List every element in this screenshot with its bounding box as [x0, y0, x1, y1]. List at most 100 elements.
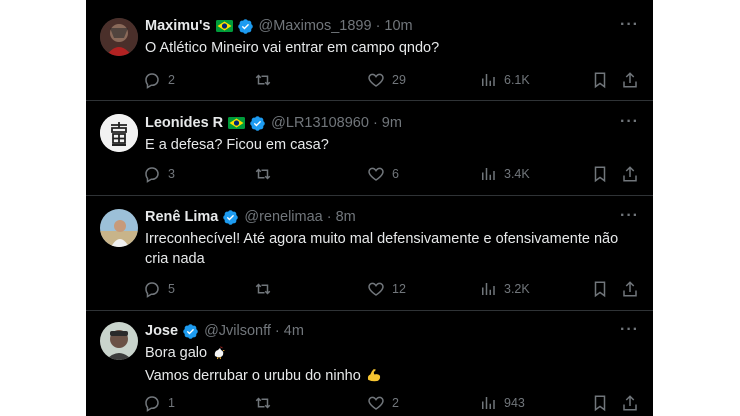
repost-button[interactable] — [254, 163, 279, 185]
repost-icon — [255, 397, 271, 409]
tweet-text: E a defesa? Ficou em casa? — [145, 135, 640, 155]
share-button[interactable] — [621, 163, 639, 185]
bookmark-icon — [594, 166, 606, 183]
reply-icon — [145, 396, 159, 412]
tweet-text-line: cria nada — [145, 251, 205, 267]
tweet-header: Leonides R @LR13108960 · 9m — [145, 113, 402, 133]
display-name[interactable]: Renê Lima — [145, 209, 218, 225]
reply-count: 5 — [168, 282, 175, 296]
like-count: 29 — [392, 73, 406, 87]
separator-dot: · — [372, 115, 378, 131]
reply-button[interactable]: 1 — [143, 392, 175, 414]
like-button[interactable]: 6 — [367, 163, 399, 185]
more-icon[interactable]: ··· — [620, 207, 639, 225]
views-count: 3.4K — [504, 167, 530, 181]
reply-button[interactable]: 5 — [143, 278, 175, 300]
verified-badge-icon — [249, 115, 266, 132]
display-name[interactable]: Maximu's — [145, 18, 211, 34]
tweet-text-line: Vamos derrubar o urubu do ninho — [145, 366, 640, 389]
views-count: 943 — [504, 396, 525, 410]
tweet-card[interactable]: Maximu's @Maximos_1899 · 10m ··· O Atlét… — [86, 0, 653, 101]
tweet-text-line: Irreconhecível! Até agora muito mal defe… — [145, 231, 619, 247]
bookmark-button[interactable] — [591, 69, 609, 91]
tweet-text-segment: Vamos derrubar o urubu do ninho — [145, 368, 361, 384]
display-name[interactable]: Leonides R — [145, 115, 223, 131]
bookmark-button[interactable] — [591, 163, 609, 185]
reply-count: 1 — [168, 396, 175, 410]
repost-button[interactable] — [254, 69, 279, 91]
share-icon — [623, 72, 637, 88]
separator-dot: · — [326, 209, 332, 225]
avatar[interactable] — [100, 209, 138, 247]
bookmark-button[interactable] — [591, 278, 609, 300]
verified-badge-icon — [182, 323, 199, 340]
more-icon[interactable]: ··· — [620, 321, 639, 339]
views-button[interactable]: 6.1K — [479, 69, 530, 91]
more-icon[interactable]: ··· — [620, 16, 639, 34]
brazil-flag-icon — [228, 117, 246, 129]
share-icon — [623, 395, 637, 411]
avatar[interactable] — [100, 114, 138, 152]
repost-icon — [255, 283, 271, 295]
share-button[interactable] — [621, 392, 639, 414]
views-button[interactable]: 3.4K — [479, 163, 530, 185]
separator-dot: · — [274, 323, 280, 339]
views-count: 3.2K — [504, 282, 530, 296]
share-button[interactable] — [621, 69, 639, 91]
repost-icon — [255, 168, 271, 180]
like-button[interactable]: 29 — [367, 69, 406, 91]
timestamp[interactable]: 9m — [382, 115, 402, 131]
avatar[interactable] — [100, 18, 138, 56]
heart-icon — [368, 282, 384, 296]
flexed-biceps-emoji-icon — [365, 366, 382, 389]
reply-icon — [145, 167, 159, 183]
display-name[interactable]: Jose — [145, 323, 178, 339]
tweet-header: Maximu's @Maximos_1899 · 10m — [145, 16, 413, 36]
separator-dot: · — [375, 18, 381, 34]
repost-button[interactable] — [254, 392, 279, 414]
heart-icon — [368, 73, 384, 87]
verified-badge-icon — [237, 18, 254, 35]
views-count: 6.1K — [504, 73, 530, 87]
reply-button[interactable]: 2 — [143, 69, 175, 91]
repost-button[interactable] — [254, 278, 279, 300]
bookmark-button[interactable] — [591, 392, 609, 414]
views-icon — [482, 283, 495, 295]
tweet-card[interactable]: Renê Lima @renelimaa · 8m ··· Irreconhec… — [86, 196, 653, 311]
views-icon — [482, 168, 495, 180]
rooster-emoji-icon — [211, 344, 227, 366]
views-button[interactable]: 943 — [479, 392, 525, 414]
tweet-text-line: O Atlético Mineiro vai entrar em campo q… — [145, 40, 440, 56]
tweet-actions: 3 6 3.4K — [143, 163, 643, 185]
bookmark-icon — [594, 281, 606, 298]
user-handle[interactable]: @renelimaa — [244, 209, 322, 225]
timestamp[interactable]: 10m — [384, 18, 412, 34]
tweet-text-segment: Bora galo — [145, 345, 208, 361]
timestamp[interactable]: 4m — [284, 323, 304, 339]
views-button[interactable]: 3.2K — [479, 278, 530, 300]
heart-icon — [368, 396, 384, 410]
user-handle[interactable]: @Jvilsonff — [204, 323, 271, 339]
timestamp[interactable]: 8m — [336, 209, 356, 225]
more-icon[interactable]: ··· — [620, 113, 639, 131]
share-icon — [623, 281, 637, 297]
like-count: 6 — [392, 167, 399, 181]
user-handle[interactable]: @LR13108960 — [271, 115, 369, 131]
tweet-header: Jose @Jvilsonff · 4m — [145, 321, 304, 341]
like-count: 12 — [392, 282, 406, 296]
like-button[interactable]: 12 — [367, 278, 406, 300]
tweet-card[interactable]: Leonides R @LR13108960 · 9m ··· E a defe… — [86, 101, 653, 196]
tweet-text: Irreconhecível! Até agora muito mal defe… — [145, 229, 640, 269]
user-handle[interactable]: @Maximos_1899 — [259, 18, 372, 34]
repost-icon — [255, 74, 271, 86]
reply-count: 3 — [168, 167, 175, 181]
reply-button[interactable]: 3 — [143, 163, 175, 185]
tweet-actions: 2 29 6.1K — [143, 69, 643, 91]
share-button[interactable] — [621, 278, 639, 300]
verified-badge-icon — [222, 209, 239, 226]
like-count: 2 — [392, 396, 399, 410]
avatar[interactable] — [100, 322, 138, 360]
like-button[interactable]: 2 — [367, 392, 399, 414]
reply-count: 2 — [168, 73, 175, 87]
tweet-card[interactable]: Jose @Jvilsonff · 4m ··· Bora galo Vamos… — [86, 311, 653, 416]
